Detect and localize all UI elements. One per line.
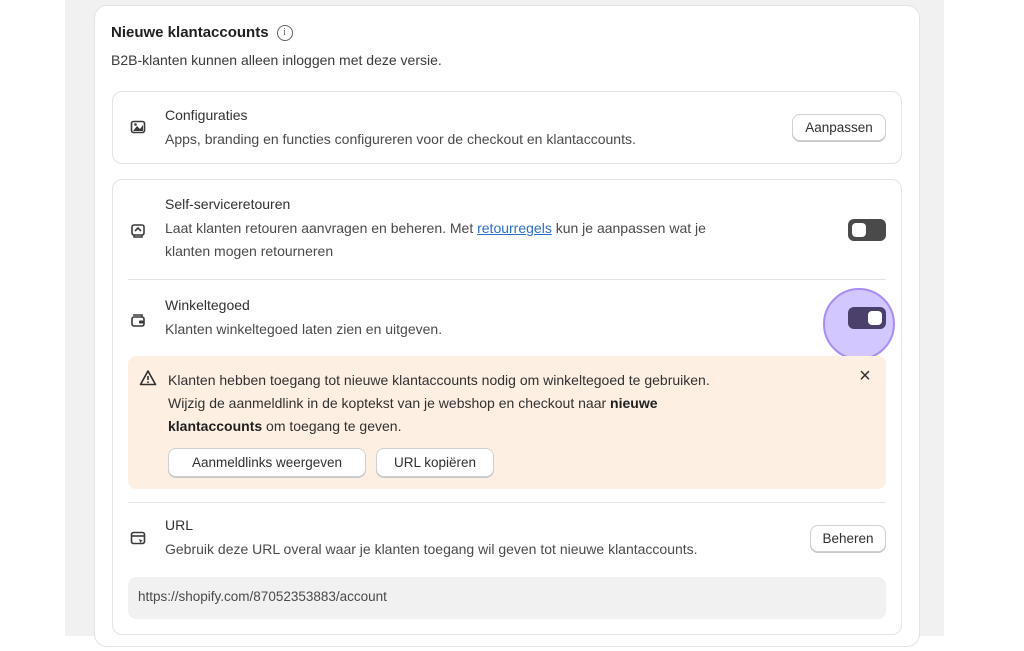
returns-desc-text: Laat klanten retouren aanvragen en beher… bbox=[165, 220, 478, 236]
warning-text: Klanten hebben toegang tot nieuwe klanta… bbox=[168, 369, 828, 438]
return-rules-link[interactable]: retourregels bbox=[477, 220, 552, 236]
store-credit-toggle[interactable] bbox=[848, 307, 886, 329]
return-icon bbox=[131, 224, 145, 238]
close-icon[interactable]: × bbox=[856, 366, 874, 386]
customize-button[interactable]: Aanpassen bbox=[792, 114, 886, 141]
returns-title: Self-serviceretouren bbox=[165, 196, 291, 212]
warning-line2: Wijzig de aanmeldlink in de koptekst van… bbox=[168, 395, 611, 411]
copy-url-button[interactable]: URL kopiëren bbox=[376, 448, 494, 477]
account-url-field[interactable]: https://shopify.com/87052353883/account bbox=[128, 577, 886, 619]
returns-toggle[interactable] bbox=[848, 219, 886, 241]
configurations-title: Configuraties bbox=[165, 107, 248, 123]
warning-line3: om toegang te geven. bbox=[262, 418, 402, 434]
toggle-knob bbox=[852, 223, 866, 237]
returns-desc-line2: klanten mogen retourneren bbox=[165, 243, 334, 259]
returns-description: Laat klanten retouren aanvragen en beher… bbox=[165, 217, 815, 263]
returns-desc-text-2: kun je aanpassen wat je bbox=[551, 220, 706, 236]
warning-icon bbox=[139, 370, 157, 386]
section-title: Nieuwe klantaccounts bbox=[111, 24, 269, 41]
wallet-icon bbox=[131, 314, 145, 327]
view-login-links-button[interactable]: Aanmeldlinks weergeven bbox=[168, 448, 366, 477]
url-description: Gebruik deze URL overal waar je klanten … bbox=[165, 541, 698, 557]
section-subtitle: B2B-klanten kunnen alleen inloggen met d… bbox=[111, 52, 442, 68]
info-icon[interactable]: i bbox=[276, 24, 293, 41]
url-title: URL bbox=[165, 517, 194, 533]
warning-bold-2: klantaccounts bbox=[168, 418, 263, 434]
warning-bold-1: nieuwe bbox=[610, 395, 658, 411]
store-credit-description: Klanten winkeltegoed laten zien en uitge… bbox=[165, 321, 443, 337]
palette-icon bbox=[130, 120, 146, 134]
configurations-description: Apps, branding en functies configureren … bbox=[165, 131, 636, 147]
section-header: Nieuwe klantaccounts i bbox=[111, 24, 293, 41]
divider bbox=[128, 279, 886, 280]
store-credit-title: Winkeltegoed bbox=[165, 297, 250, 313]
browser-window-icon bbox=[130, 531, 146, 545]
manage-button[interactable]: Beheren bbox=[810, 525, 886, 552]
toggle-knob bbox=[868, 311, 882, 325]
divider bbox=[128, 502, 886, 503]
warning-line1: Klanten hebben toegang tot nieuwe klanta… bbox=[168, 372, 710, 388]
